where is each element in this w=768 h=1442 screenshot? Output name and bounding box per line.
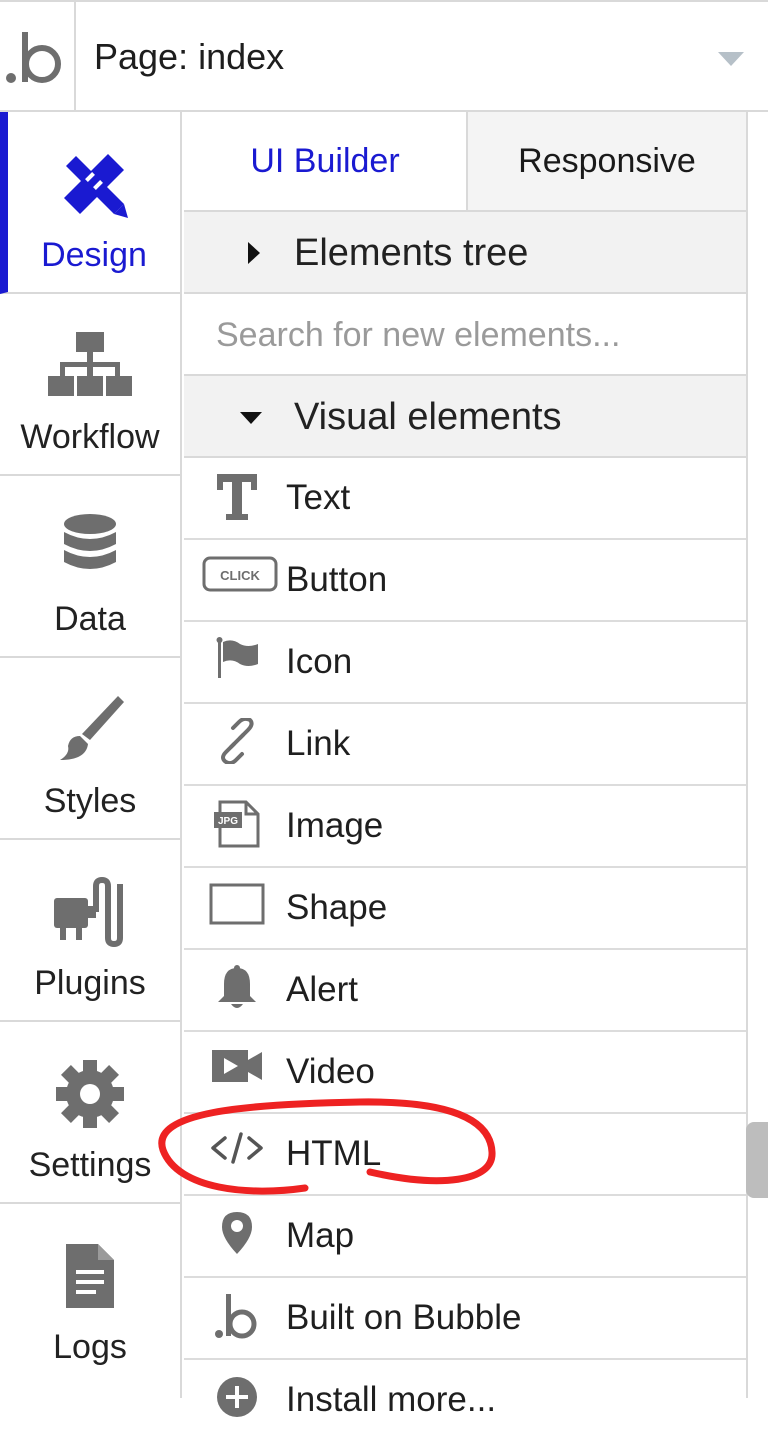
- nav-label: Logs: [53, 1328, 127, 1366]
- top-bar: Page: index: [0, 0, 768, 112]
- elements-panel: UI Builder Responsive Elements tree Visu…: [184, 112, 748, 1442]
- nav-label: Data: [54, 600, 126, 638]
- element-alert[interactable]: Alert: [184, 950, 746, 1032]
- nav-label: Styles: [43, 782, 137, 820]
- element-button[interactable]: CLICK Button: [184, 540, 746, 622]
- element-html[interactable]: HTML: [184, 1114, 746, 1196]
- caret-down-icon: [240, 412, 262, 424]
- shape-icon: [209, 883, 265, 925]
- plus-circle-icon: [217, 1377, 257, 1417]
- text-icon: [217, 474, 257, 520]
- element-label: Icon: [286, 642, 353, 681]
- video-icon: [212, 1050, 262, 1082]
- panel-scrollbar[interactable]: [746, 1122, 768, 1198]
- element-video[interactable]: Video: [184, 1032, 746, 1114]
- element-label: Built on Bubble: [286, 1298, 522, 1337]
- bubble-logo-icon: [215, 1294, 257, 1339]
- chevron-down-icon: [718, 52, 744, 66]
- page-selector[interactable]: Page: index: [78, 2, 768, 110]
- element-label: Install more...: [286, 1380, 497, 1419]
- plug-icon: [54, 876, 123, 948]
- element-search: [184, 294, 746, 376]
- visual-elements-toggle[interactable]: Visual elements: [184, 376, 746, 458]
- map-pin-icon: [222, 1212, 252, 1254]
- flag-icon: [216, 637, 258, 678]
- image-icon-text: JPG: [218, 816, 238, 827]
- nav-label: Design: [41, 236, 147, 274]
- element-label: Text: [286, 478, 351, 517]
- gear-icon: [56, 1060, 124, 1128]
- element-label: Map: [286, 1216, 355, 1255]
- paintbrush-icon: [60, 696, 124, 760]
- element-label: Shape: [286, 888, 388, 927]
- nav-styles[interactable]: Styles: [0, 658, 180, 840]
- button-icon: CLICK: [202, 556, 278, 592]
- left-nav: Design Workflow Data Styles Plugins Sett…: [0, 112, 182, 1398]
- nav-design[interactable]: Design: [0, 112, 180, 294]
- element-label: Video: [286, 1052, 375, 1091]
- element-label: Alert: [286, 970, 358, 1009]
- elements-tree-toggle[interactable]: Elements tree: [184, 212, 746, 294]
- search-input[interactable]: [214, 294, 728, 376]
- element-shape[interactable]: Shape: [184, 868, 746, 950]
- nav-label: Workflow: [20, 418, 160, 456]
- element-link[interactable]: Link: [184, 704, 746, 786]
- document-icon: [66, 1244, 114, 1308]
- element-map[interactable]: Map: [184, 1196, 746, 1278]
- bubble-logo[interactable]: [0, 2, 76, 110]
- page-selector-label: Page: index: [94, 36, 285, 77]
- element-text[interactable]: Text: [184, 458, 746, 540]
- element-install-more[interactable]: Install more...: [184, 1360, 746, 1442]
- elements-tree-title: Elements tree: [294, 232, 529, 274]
- link-icon: [221, 718, 254, 764]
- builder-tabs: UI Builder Responsive: [184, 112, 746, 212]
- design-tools-icon: [64, 154, 128, 218]
- element-image[interactable]: JPG Image: [184, 786, 746, 868]
- tab-responsive[interactable]: Responsive: [466, 112, 746, 210]
- visual-elements-title: Visual elements: [294, 396, 562, 438]
- nav-workflow[interactable]: Workflow: [0, 294, 180, 476]
- nav-data[interactable]: Data: [0, 476, 180, 658]
- element-label: Button: [286, 560, 388, 599]
- workflow-icon: [48, 332, 132, 396]
- image-icon: JPG: [214, 800, 260, 848]
- bubble-logo-icon: [6, 32, 61, 83]
- element-label: Image: [286, 806, 384, 845]
- nav-label: Settings: [28, 1146, 152, 1184]
- code-icon: [211, 1132, 263, 1164]
- tab-ui-builder[interactable]: UI Builder: [184, 112, 466, 210]
- element-label: Link: [286, 724, 351, 763]
- element-label: HTML: [286, 1134, 382, 1173]
- caret-right-icon: [248, 242, 260, 264]
- bell-icon: [218, 965, 256, 1008]
- button-icon-text: CLICK: [220, 568, 260, 583]
- nav-plugins[interactable]: Plugins: [0, 840, 180, 1022]
- nav-label: Plugins: [34, 964, 146, 1002]
- database-icon: [64, 514, 116, 569]
- element-built-on-bubble[interactable]: Built on Bubble: [184, 1278, 746, 1360]
- nav-settings[interactable]: Settings: [0, 1022, 180, 1204]
- element-icon[interactable]: Icon: [184, 622, 746, 704]
- nav-logs[interactable]: Logs: [0, 1204, 180, 1386]
